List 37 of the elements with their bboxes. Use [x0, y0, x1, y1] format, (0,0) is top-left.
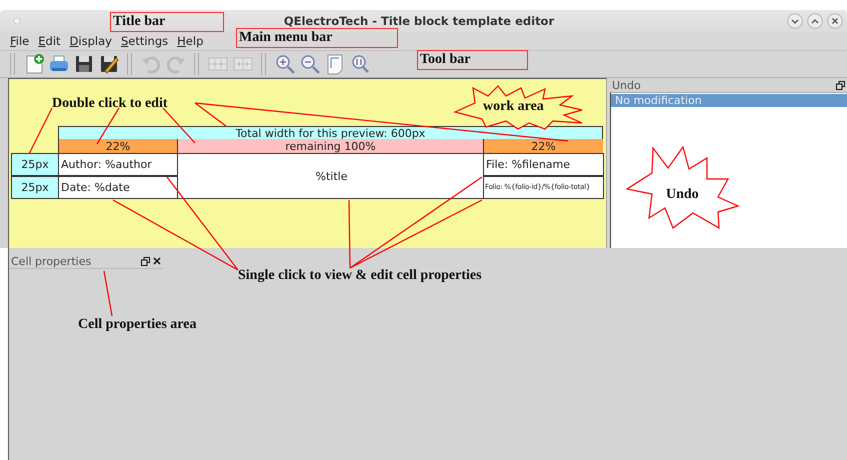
column-width-header[interactable]: 22%	[483, 139, 603, 153]
zoom-out-icon[interactable]	[299, 53, 321, 75]
leader-line	[28, 108, 53, 154]
annotation-text: work area	[483, 98, 544, 116]
zoom-in-icon[interactable]	[274, 53, 296, 75]
template-cell[interactable]: %title	[177, 153, 484, 199]
panel-title: Cell properties	[11, 254, 92, 268]
maximize-icon[interactable]	[806, 13, 823, 29]
annotation-text: Double click to edit	[52, 95, 168, 113]
menu-item[interactable]: File	[10, 34, 30, 48]
float-icon[interactable]	[836, 80, 845, 90]
callout-label: Main menu bar	[236, 28, 398, 48]
floppy-disk-pencil-icon[interactable]	[98, 53, 120, 75]
callout-label: Tool bar	[417, 50, 528, 70]
menu-item[interactable]: Settings	[120, 34, 168, 48]
template-cell[interactable]: File: %filename	[483, 153, 604, 176]
annotation-text: Single click to view & edit cell properties	[238, 267, 482, 285]
template-cell[interactable]: Author: %author	[58, 153, 178, 176]
menu-item[interactable]: Edit	[38, 34, 61, 48]
column-width-header[interactable]: 22%	[58, 139, 177, 153]
column-width-header[interactable]: remaining 100%	[177, 139, 483, 153]
close-icon[interactable]	[153, 257, 161, 265]
menu-item[interactable]: Display	[70, 34, 112, 48]
total-width-header[interactable]: Total width for this preview: 600px	[58, 126, 603, 139]
callout-label: Title bar	[110, 12, 224, 32]
float-icon[interactable]	[141, 256, 150, 266]
annotation-text: Cell properties area	[78, 316, 196, 334]
minimize-icon[interactable]	[786, 13, 803, 29]
annotation-text: Undo	[666, 186, 699, 204]
panel-title: Undo	[612, 78, 642, 92]
row-height-header[interactable]: 25px	[11, 153, 58, 176]
window-icon	[13, 17, 21, 25]
template-cell[interactable]: Date: %date	[58, 176, 178, 199]
menu-item[interactable]: Help	[177, 34, 204, 48]
close-icon[interactable]	[826, 13, 843, 29]
row-height-header[interactable]: 25px	[11, 176, 58, 199]
window-title: QElectroTech - Title block template editor	[282, 14, 554, 28]
